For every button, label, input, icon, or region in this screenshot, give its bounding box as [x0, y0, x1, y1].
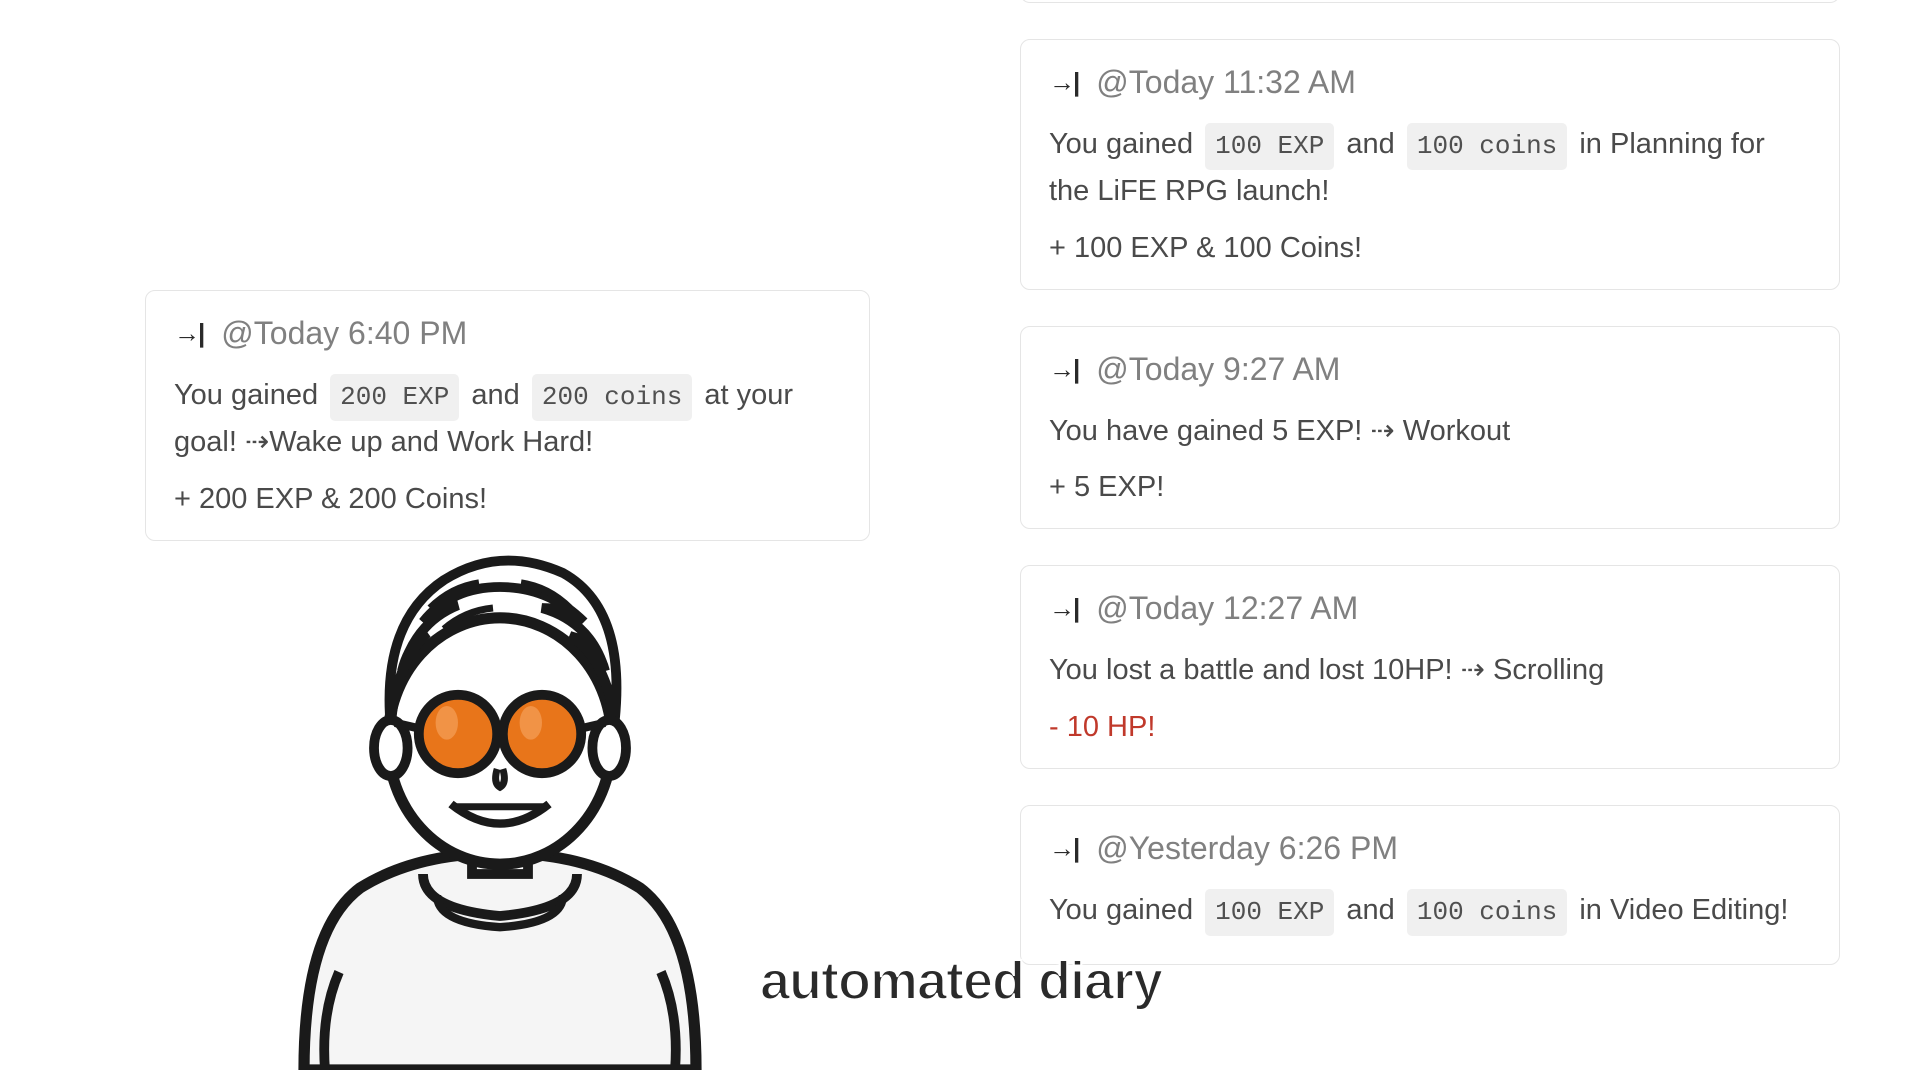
entry-arrow-icon: →|: [1049, 593, 1078, 624]
entry-arrow-icon: →|: [1049, 67, 1078, 98]
entry-timestamp: @Yesterday 6:26 PM: [1096, 830, 1398, 867]
diary-feed[interactable]: + 100 EXP & 100 Coins! →| @Today 11:32 AM Y…: [1020, 0, 1840, 965]
entry-result: - 10 HP!: [1049, 711, 1811, 744]
entry-timestamp: @Today 6:40 PM: [221, 315, 467, 352]
entry-body: You gained 100 EXP and 100 coins in Plan…: [1049, 123, 1811, 214]
entry-text: You gained: [1049, 894, 1201, 926]
entry-text: You gained: [174, 379, 326, 411]
entry-body: You gained 200 EXP and 200 coins at your…: [174, 374, 841, 465]
coins-badge: 200 coins: [532, 374, 692, 421]
entry-body: You have gained 5 EXP! ⇢ Workout: [1049, 410, 1811, 454]
entry-text: and: [1338, 894, 1403, 926]
exp-badge: 100 EXP: [1205, 123, 1334, 170]
entry-result: + 100 EXP & 100 Coins!: [1049, 232, 1811, 265]
entry-text: and: [1338, 128, 1403, 160]
entry-timestamp: @Today 12:27 AM: [1096, 590, 1358, 627]
diary-entry-card: →| @Today 12:27 AM You lost a battle and l…: [1020, 565, 1840, 769]
entry-text: You gained: [1049, 128, 1201, 160]
entry-header: →| @Yesterday 6:26 PM: [1049, 830, 1811, 867]
entry-result: + 5 EXP!: [1049, 471, 1811, 504]
diary-entry-card: →| @Today 11:32 AM You gained 100 EXP and …: [1020, 39, 1840, 290]
entry-arrow-icon: →|: [1049, 354, 1078, 385]
exp-badge: 200 EXP: [330, 374, 459, 421]
diary-entry-card: →| @Today 6:40 PM You gained 200 EXP and…: [145, 290, 870, 541]
entry-arrow-icon: →|: [1049, 833, 1078, 864]
entry-header: →| @Today 12:27 AM: [1049, 590, 1811, 627]
entry-header: →| @Today 9:27 AM: [1049, 351, 1811, 388]
entry-body: You lost a battle and lost 10HP! ⇢ Scrol…: [1049, 649, 1811, 693]
entry-timestamp: @Today 11:32 AM: [1096, 64, 1356, 101]
entry-text: in Video Editing!: [1571, 894, 1788, 926]
avatar-illustration: [220, 510, 780, 1070]
diary-entry-card: + 100 EXP & 100 Coins!: [1020, 0, 1840, 3]
entry-arrow-icon: →|: [174, 318, 203, 349]
entry-header: →| @Today 6:40 PM: [174, 315, 841, 352]
diary-entry-card: →| @Today 9:27 AM You have gained 5 EXP! ⇢…: [1020, 326, 1840, 530]
entry-header: →| @Today 11:32 AM: [1049, 64, 1811, 101]
diary-entry-card: →| @Yesterday 6:26 PM You gained 100 EXP a…: [1020, 805, 1840, 965]
entry-timestamp: @Today 9:27 AM: [1096, 351, 1340, 388]
entry-body: You gained 100 EXP and 100 coins in Vide…: [1049, 889, 1811, 936]
exp-badge: 100 EXP: [1205, 889, 1334, 936]
coins-badge: 100 coins: [1407, 123, 1567, 170]
coins-badge: 100 coins: [1407, 889, 1567, 936]
entry-text: and: [471, 379, 527, 411]
caption-text: automated diary: [760, 950, 1162, 1012]
